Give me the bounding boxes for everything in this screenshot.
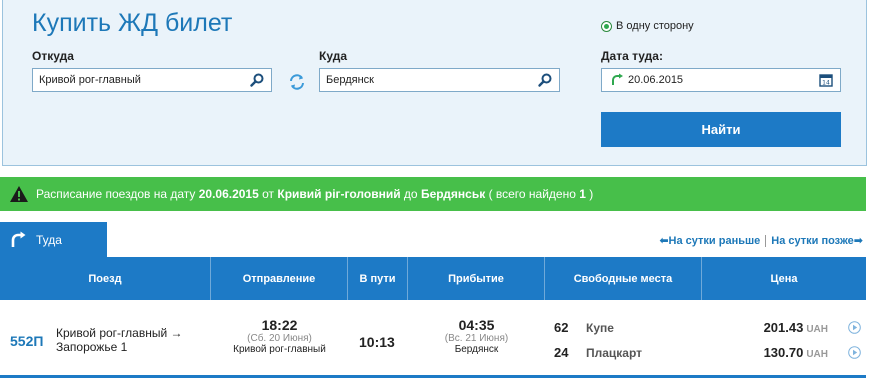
col-train: Поезд [0,257,211,300]
arrival-station: Бердянск [454,344,499,355]
price-value: 130.70 [763,345,804,360]
from-value: Кривой рог-главный [39,74,141,86]
search-icon[interactable] [249,72,265,88]
price-platzkart: 130.70 UAH [764,345,828,360]
divider [765,234,767,247]
arrival-cell: 04:35 (Вс. 21 Июня) Бердянск [408,317,545,355]
banner-found-prefix: ( всего найдено [488,187,576,201]
day-navigation: ⬅ На сутки раньше На сутки позже ➡ [659,234,863,247]
play-icon[interactable] [848,346,861,359]
price-coupe: 201.43 UAH [764,320,828,335]
play-icon[interactable] [848,321,861,334]
route-line-2: Запорожье 1 [56,340,128,354]
left-arrow-icon: ⬅ [659,235,669,247]
seat-type: Купе [586,320,614,335]
banner-found-suffix: ) [589,187,594,201]
results-table-header: Поезд Отправление В пути Прибытие Свобод… [0,257,866,300]
arrival-time: 04:35 [458,317,495,333]
route-line-1: Кривой рог-главный → [56,326,183,340]
travel-duration: 10:13 [359,334,395,350]
train-number[interactable]: 552П [10,333,43,349]
col-price: Цена [770,272,798,285]
banner-to-word: до [403,187,418,201]
banner-found-count: 1 [579,187,586,201]
seat-class-platzkart: 24 Плацкарт [554,345,642,360]
price-currency: UAH [806,349,828,360]
from-label: Откуда [32,49,74,63]
banner-from-word: от [262,187,275,201]
tab-outbound[interactable]: Туда [0,222,107,257]
tab-outbound-label: Туда [36,232,62,247]
search-icon[interactable] [537,72,553,88]
search-panel: Купить ЖД билет Откуда Кривой рог-главны… [2,0,867,166]
date-value: 20.06.2015 [628,74,684,86]
banner-date: 20.06.2015 [198,187,259,201]
price-value: 201.43 [763,320,804,335]
departure-cell: 18:22 (Сб. 20 Июня) Кривой рог-главный [211,317,348,355]
banner-from-station: Кривий ріг-головний [277,187,401,201]
col-seats: Свободные места [545,257,702,300]
seat-class-coupe: 62 Купе [554,320,614,335]
right-arrow-icon: ➡ [853,235,863,247]
svg-text:14: 14 [822,80,830,87]
to-value: Бердянск [326,74,374,86]
seat-count: 62 [554,320,569,335]
banner-prefix: Расписание поездов на дату [36,187,196,201]
seat-type: Плацкарт [586,345,643,360]
calendar-icon[interactable]: 14 [818,72,834,88]
warning-icon [10,186,28,202]
departure-station: Кривой рог-главный [233,344,326,355]
find-button[interactable]: Найти [601,112,841,147]
one-way-radio[interactable]: В одну сторону [601,20,694,32]
departure-time: 18:22 [261,317,298,333]
forward-arrow-icon [612,73,623,85]
train-route: Кривой рог-главный → Запорожье 1 [56,326,183,354]
banner-to-station: Бердянськ [420,187,486,201]
schedule-banner: Расписание поездов на дату 20.06.2015 от… [0,177,866,211]
arrival-date: (Вс. 21 Июня) [444,333,509,344]
from-field[interactable]: Кривой рог-главный [32,68,272,92]
date-label: Дата туда: [601,49,663,63]
col-departure: Отправление [211,257,348,300]
seat-count: 24 [554,345,569,360]
departure-date: (Сб. 20 Июня) [247,333,312,344]
swap-icon[interactable] [288,73,306,91]
next-day-link[interactable]: На сутки позже [771,235,854,247]
radio-selected-icon[interactable] [601,20,612,32]
one-way-label: В одну сторону [616,20,694,32]
forward-arrow-icon [11,231,26,247]
col-duration: В пути [348,257,408,300]
to-field[interactable]: Бердянск [319,68,560,92]
table-row: 552П Кривой рог-главный → Запорожье 1 18… [0,300,866,378]
price-currency: UAH [806,324,828,335]
date-field[interactable]: 20.06.2015 14 [601,68,841,92]
prev-day-link[interactable]: На сутки раньше [669,235,761,247]
col-arrival: Прибытие [408,257,545,300]
to-label: Куда [319,49,347,63]
page-title: Купить ЖД билет [32,9,233,37]
